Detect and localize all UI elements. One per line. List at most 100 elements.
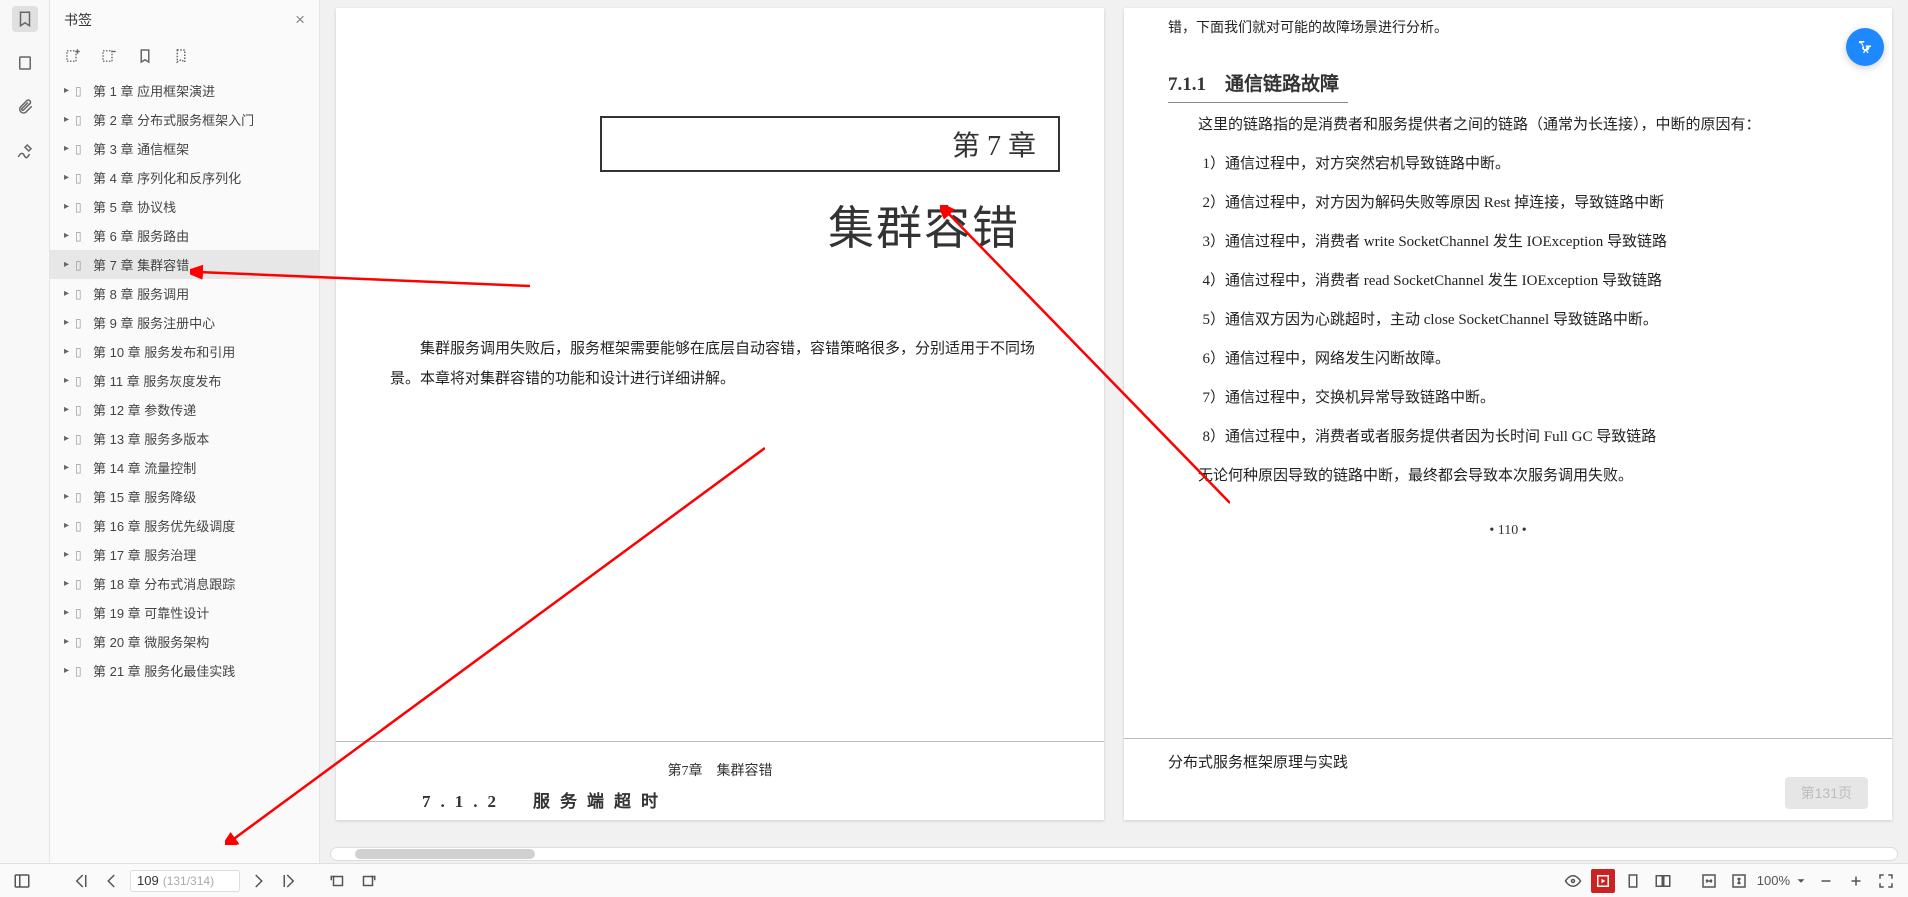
expand-icon[interactable]: ▸ (64, 346, 72, 357)
zoom-in-icon[interactable] (1844, 869, 1868, 893)
expand-icon[interactable]: ▸ (64, 143, 72, 154)
bookmark-label: 第 4 章 序列化和反序列化 (93, 168, 241, 187)
zoom-dropdown-icon[interactable] (1794, 869, 1808, 893)
bookmark-label: 第 16 章 服务优先级调度 (93, 516, 235, 535)
bookmark-item[interactable]: ▸▯第 1 章 应用框架演进 (50, 76, 319, 105)
page-icon: ▯ (75, 606, 89, 620)
bookmark-item[interactable]: ▸▯第 20 章 微服务架构 (50, 627, 319, 656)
list-item: 1）通信过程中，对方突然宕机导致链路中断。 (1203, 148, 1849, 181)
list-item: 3）通信过程中，消费者 write SocketChannel 发生 IOExc… (1203, 226, 1849, 259)
bookmark-item[interactable]: ▸▯第 13 章 服务多版本 (50, 424, 319, 453)
bookmark-item[interactable]: ▸▯第 4 章 序列化和反序列化 (50, 163, 319, 192)
bookmark-solid-icon[interactable] (136, 47, 154, 68)
rotate-left-icon[interactable] (326, 869, 350, 893)
expand-icon[interactable]: ▸ (64, 114, 72, 125)
bookmark-item[interactable]: ▸▯第 17 章 服务治理 (50, 540, 319, 569)
expand-icon[interactable]: ▸ (64, 665, 72, 676)
bookmark-item[interactable]: ▸▯第 16 章 服务优先级调度 (50, 511, 319, 540)
expand-icon[interactable]: ▸ (64, 85, 72, 96)
expand-icon[interactable]: ▸ (64, 636, 72, 647)
page-icon: ▯ (75, 577, 89, 591)
status-bar: 109 (131/314) 100% (0, 863, 1908, 897)
bookmarks-icon[interactable] (12, 6, 38, 32)
paragraph: 这里的链路指的是消费者和服务提供者之间的链路（通常为长连接），中断的原因有： (1168, 109, 1848, 142)
zoom-out-icon[interactable] (1814, 869, 1838, 893)
bookmark-item[interactable]: ▸▯第 6 章 服务路由 (50, 221, 319, 250)
last-page-icon[interactable] (276, 869, 300, 893)
two-page-icon[interactable] (1651, 869, 1675, 893)
bookmark-label: 第 17 章 服务治理 (93, 545, 196, 564)
expand-icon[interactable]: ▸ (64, 201, 72, 212)
bookmark-item[interactable]: ▸▯第 7 章 集群容错 (50, 250, 319, 279)
panel-toggle-icon[interactable] (10, 869, 34, 893)
page-total: (131/314) (163, 874, 214, 888)
list-item: 8）通信过程中，消费者或者服务提供者因为长时间 Full GC 导致链路 (1203, 421, 1849, 454)
page-icon: ▯ (75, 490, 89, 504)
expand-icon[interactable]: ▸ (64, 433, 72, 444)
eye-icon[interactable] (1561, 869, 1585, 893)
bookmark-item[interactable]: ▸▯第 5 章 协议栈 (50, 192, 319, 221)
expand-icon[interactable]: ▸ (64, 230, 72, 241)
expand-icon[interactable]: ▸ (64, 404, 72, 415)
remove-bookmark-icon[interactable] (100, 47, 118, 68)
next-page-icon[interactable] (246, 869, 270, 893)
bookmark-item[interactable]: ▸▯第 2 章 分布式服务框架入门 (50, 105, 319, 134)
zoom-level: 100% (1757, 873, 1790, 888)
page-input[interactable]: 109 (131/314) (130, 870, 240, 892)
first-page-icon[interactable] (70, 869, 94, 893)
page-left: 第 7 章 集群容错 集群服务调用失败后，服务框架需要能够在底层自动容错，容错策… (336, 8, 1104, 820)
expand-icon[interactable]: ▸ (64, 549, 72, 560)
expand-icon[interactable]: ▸ (64, 462, 72, 473)
bookmark-item[interactable]: ▸▯第 12 章 参数传递 (50, 395, 319, 424)
page-icon: ▯ (75, 200, 89, 214)
chapter-title: 集群容错 (380, 192, 1020, 258)
expand-icon[interactable]: ▸ (64, 607, 72, 618)
bookmark-item[interactable]: ▸▯ 第 15 章 服务降级 (50, 482, 319, 511)
bookmark-label: 第 21 章 服务化最佳实践 (93, 661, 235, 680)
bookmark-item[interactable]: ▸▯第 21 章 服务化最佳实践 (50, 656, 319, 685)
attachments-icon[interactable] (12, 94, 38, 120)
fit-width-icon[interactable] (1697, 869, 1721, 893)
bookmark-item[interactable]: ▸▯第 9 章 服务注册中心 (50, 308, 319, 337)
bookmark-outline-icon[interactable] (172, 47, 190, 68)
bookmark-item[interactable]: ▸▯第 18 章 分布式消息跟踪 (50, 569, 319, 598)
expand-icon[interactable]: ▸ (64, 578, 72, 589)
bookmark-label: 第 9 章 服务注册中心 (93, 313, 215, 332)
pages-icon[interactable] (12, 50, 38, 76)
bookmark-item[interactable]: ▸▯第 19 章 可靠性设计 (50, 598, 319, 627)
bookmark-item[interactable]: ▸▯第 3 章 通信框架 (50, 134, 319, 163)
bookmark-label: 第 20 章 微服务架构 (93, 632, 209, 651)
section-heading: 7.1.1 通信链路故障 (1168, 69, 1848, 96)
bookmark-item[interactable]: ▸▯第 8 章 服务调用 (50, 279, 319, 308)
fit-page-icon[interactable] (1727, 869, 1751, 893)
expand-icon[interactable]: ▸ (64, 259, 72, 270)
list-item: 5）通信双方因为心跳超时，主动 close SocketChannel 导致链路… (1203, 304, 1849, 337)
prev-page-icon[interactable] (100, 869, 124, 893)
bookmark-label: 第 15 章 服务降级 (93, 487, 196, 506)
single-page-icon[interactable] (1621, 869, 1645, 893)
read-mode-icon[interactable] (1591, 869, 1615, 893)
signature-icon[interactable] (12, 138, 38, 164)
bookmarks-panel: 书签 × ▸▯第 1 章 应用框架演进▸▯第 2 章 分布式服务框架入门▸▯第 … (50, 0, 320, 863)
expand-icon[interactable]: ▸ (64, 375, 72, 386)
bookmark-item[interactable]: ▸▯第 14 章 流量控制 (50, 453, 319, 482)
expand-icon[interactable]: ▸ (64, 520, 72, 531)
horizontal-scrollbar[interactable] (330, 847, 1898, 861)
page-icon: ▯ (75, 374, 89, 388)
fullscreen-icon[interactable] (1874, 869, 1898, 893)
expand-icon[interactable]: ▸ (64, 491, 72, 502)
page-icon: ▯ (75, 113, 89, 127)
expand-icon[interactable]: ▸ (64, 288, 72, 299)
bookmark-item[interactable]: ▸▯第 10 章 服务发布和引用 (50, 337, 319, 366)
page-right: 错，下面我们就对可能的故障场景进行分析。 7.1.1 通信链路故障 这里的链路指… (1124, 8, 1892, 820)
rotate-right-icon[interactable] (356, 869, 380, 893)
bookmark-item[interactable]: ▸▯ 第 11 章 服务灰度发布 (50, 366, 319, 395)
page-icon: ▯ (75, 432, 89, 446)
translate-fab[interactable] (1846, 28, 1884, 66)
close-icon[interactable]: × (295, 10, 305, 30)
add-bookmark-icon[interactable] (64, 47, 82, 68)
bookmark-label: 第 11 章 服务灰度发布 (93, 371, 221, 390)
expand-icon[interactable]: ▸ (64, 317, 72, 328)
expand-icon[interactable]: ▸ (64, 172, 72, 183)
page-header-right: 分布式服务框架原理与实践 (1124, 747, 1892, 780)
